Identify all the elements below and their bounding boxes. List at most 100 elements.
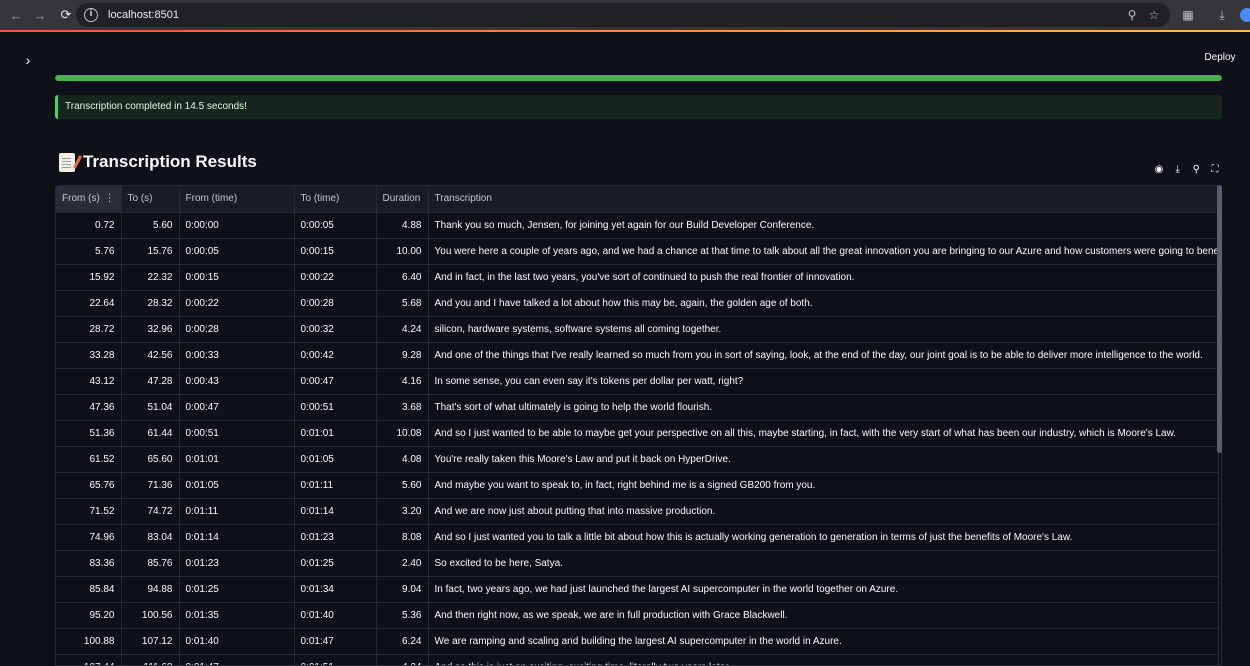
column-menu-icon[interactable]: ⋮ <box>105 193 115 204</box>
to-time-cell[interactable]: 0:00:42 <box>294 342 377 369</box>
to-time-cell[interactable]: 0:00:05 <box>294 212 377 239</box>
to-time-cell[interactable]: 0:01:23 <box>294 524 377 551</box>
transcription-cell[interactable]: In some sense, you can even say it's tok… <box>428 368 1219 395</box>
from-s-cell[interactable]: 65.76 <box>56 472 122 499</box>
duration-cell[interactable]: 8.08 <box>376 524 429 551</box>
bookmark-star-icon[interactable]: ☆ <box>1146 7 1162 23</box>
from-s-cell[interactable]: 83.36 <box>56 550 122 577</box>
search-icon[interactable]: ⚲ <box>1189 163 1203 177</box>
table-row[interactable]: 61.52 65.60 0:01:01 0:01:05 4.08 You're reall… <box>56 446 1219 473</box>
from-s-cell[interactable]: 33.28 <box>56 342 122 369</box>
to-s-cell[interactable]: 71.36 <box>121 472 180 499</box>
extensions-icon[interactable]: ▦ <box>1180 7 1196 23</box>
table-row[interactable]: 71.52 74.72 0:01:11 0:01:14 3.20 And we are n… <box>56 498 1219 525</box>
address-url[interactable]: localhost:8501 <box>108 9 179 21</box>
table-row[interactable]: 51.36 61.44 0:00:51 0:01:01 10.08 And so I ju… <box>56 420 1219 447</box>
from-s-cell[interactable]: 15.92 <box>56 264 122 291</box>
from-s-cell[interactable]: 107.44 <box>56 654 122 665</box>
duration-cell[interactable]: 6.40 <box>376 264 429 291</box>
to-time-cell[interactable]: 0:01:05 <box>294 446 377 473</box>
table-row[interactable]: 107.44111.680:01:470:01:514.24And so thi… <box>56 654 1219 665</box>
duration-cell[interactable]: 3.20 <box>376 498 429 525</box>
back-arrow-icon[interactable]: ← <box>6 5 26 25</box>
to-s-cell[interactable]: 61.44 <box>121 420 180 447</box>
table-row[interactable]: 22.64 28.32 0:00:22 0:00:28 5.68 And you and … <box>56 290 1219 317</box>
from-s-cell[interactable]: 85.84 <box>56 576 122 603</box>
duration-cell[interactable]: 10.08 <box>376 420 429 447</box>
column-header-from-time[interactable]: From (time) <box>179 186 295 213</box>
duration-cell[interactable]: 5.68 <box>376 290 429 317</box>
from-time-cell[interactable]: 0:00:15 <box>179 264 295 291</box>
duration-cell[interactable]: 2.40 <box>376 550 429 577</box>
to-time-cell[interactable]: 0:00:15 <box>294 238 377 265</box>
to-s-cell[interactable]: 32.96 <box>121 316 180 343</box>
column-header-duration[interactable]: Duration <box>376 186 429 213</box>
table-row[interactable]: 0.72 5.60 0:00:00 0:00:05 4.88 Thank you so m… <box>56 212 1219 239</box>
table-row[interactable]: 100.88 107.12 0:01:40 0:01:47 6.24 We are ram… <box>56 628 1219 655</box>
transcription-cell[interactable]: In fact, two years ago, we had just laun… <box>428 576 1219 603</box>
from-s-cell[interactable]: 51.36 <box>56 420 122 447</box>
from-time-cell[interactable]: 0:00:00 <box>179 212 295 239</box>
table-row[interactable]: 83.36 85.76 0:01:23 0:01:25 2.40 So excited t… <box>56 550 1219 577</box>
duration-cell[interactable]: 4.24 <box>376 654 429 665</box>
site-info-icon[interactable]: i <box>84 8 98 22</box>
from-s-cell[interactable]: 100.88 <box>56 628 122 655</box>
from-time-cell[interactable]: 0:00:05 <box>179 238 295 265</box>
table-row[interactable]: 47.36 51.04 0:00:47 0:00:51 3.68 That's sort … <box>56 394 1219 421</box>
column-header-transcription[interactable]: Transcription <box>428 186 1219 213</box>
to-time-cell[interactable]: 0:01:14 <box>294 498 377 525</box>
table-scrollbar[interactable] <box>1217 185 1222 453</box>
transcription-cell[interactable]: And we are now just about putting that i… <box>428 498 1219 525</box>
deploy-button[interactable]: Deploy <box>1195 48 1245 68</box>
table-row[interactable]: 5.76 15.76 0:00:05 0:00:15 10.00 You were her… <box>56 238 1219 265</box>
from-time-cell[interactable]: 0:00:47 <box>179 394 295 421</box>
duration-cell[interactable]: 5.60 <box>376 472 429 499</box>
to-s-cell[interactable]: 107.12 <box>121 628 180 655</box>
transcription-cell[interactable]: And one of the things that I've really l… <box>428 342 1219 369</box>
to-time-cell[interactable]: 0:00:28 <box>294 290 377 317</box>
to-s-cell[interactable]: 65.60 <box>121 446 180 473</box>
to-time-cell[interactable]: 0:00:22 <box>294 264 377 291</box>
from-s-cell[interactable]: 95.20 <box>56 602 122 629</box>
to-s-cell[interactable]: 111.68 <box>121 654 180 665</box>
transcription-cell[interactable]: And so I just wanted you to talk a littl… <box>428 524 1219 551</box>
sidebar-expand-chevron-icon[interactable]: › <box>20 52 36 68</box>
column-header-to-time[interactable]: To (time) <box>294 186 377 213</box>
from-time-cell[interactable]: 0:00:22 <box>179 290 295 317</box>
column-header-to-s[interactable]: To (s) <box>121 186 180 213</box>
from-time-cell[interactable]: 0:01:05 <box>179 472 295 499</box>
from-time-cell[interactable]: 0:01:47 <box>179 654 295 665</box>
from-s-cell[interactable]: 43.12 <box>56 368 122 395</box>
from-time-cell[interactable]: 0:01:14 <box>179 524 295 551</box>
to-time-cell[interactable]: 0:01:47 <box>294 628 377 655</box>
table-row[interactable]: 43.12 47.28 0:00:43 0:00:47 4.16 In some sens… <box>56 368 1219 395</box>
to-s-cell[interactable]: 100.56 <box>121 602 180 629</box>
transcription-cell[interactable]: You were here a couple of years ago, and… <box>428 238 1219 265</box>
to-time-cell[interactable]: 0:00:51 <box>294 394 377 421</box>
transcription-cell[interactable]: You're really taken this Moore's Law and… <box>428 446 1219 473</box>
duration-cell[interactable]: 9.28 <box>376 342 429 369</box>
duration-cell[interactable]: 4.88 <box>376 212 429 239</box>
to-s-cell[interactable]: 85.76 <box>121 550 180 577</box>
to-time-cell[interactable]: 0:01:25 <box>294 550 377 577</box>
table-row[interactable]: 85.84 94.88 0:01:25 0:01:34 9.04 In fact, two… <box>56 576 1219 603</box>
download-icon[interactable]: ⤓ <box>1171 163 1185 177</box>
duration-cell[interactable]: 5.36 <box>376 602 429 629</box>
transcription-cell[interactable]: That's sort of what ultimately is going … <box>428 394 1219 421</box>
transcription-cell[interactable]: And so I just wanted to be able to maybe… <box>428 420 1219 447</box>
forward-arrow-icon[interactable]: → <box>30 5 50 25</box>
from-time-cell[interactable]: 0:01:23 <box>179 550 295 577</box>
transcription-cell[interactable]: And so this is just an exciting, excitin… <box>428 654 1219 665</box>
duration-cell[interactable]: 3.68 <box>376 394 429 421</box>
duration-cell[interactable]: 6.24 <box>376 628 429 655</box>
to-s-cell[interactable]: 28.32 <box>121 290 180 317</box>
transcription-cell[interactable]: Thank you so much, Jensen, for joining y… <box>428 212 1219 239</box>
table-row[interactable]: 65.76 71.36 0:01:05 0:01:11 5.60 And maybe yo… <box>56 472 1219 499</box>
fullscreen-icon[interactable]: ⛶ <box>1208 163 1222 177</box>
from-s-cell[interactable]: 22.64 <box>56 290 122 317</box>
to-time-cell[interactable]: 0:01:34 <box>294 576 377 603</box>
from-s-cell[interactable]: 61.52 <box>56 446 122 473</box>
table-row[interactable]: 33.28 42.56 0:00:33 0:00:42 9.28 And one of t… <box>56 342 1219 369</box>
transcription-cell[interactable]: silicon, hardware systems, software syst… <box>428 316 1219 343</box>
duration-cell[interactable]: 10.00 <box>376 238 429 265</box>
